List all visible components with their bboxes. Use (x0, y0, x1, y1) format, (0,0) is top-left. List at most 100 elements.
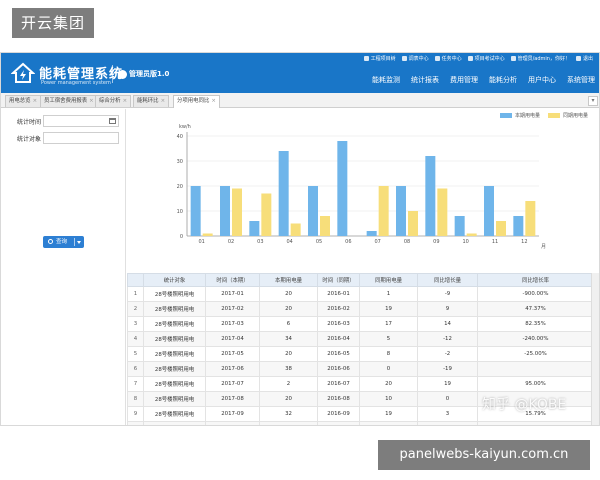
table-cell: 20 (259, 346, 318, 362)
top-link-meter-center[interactable]: 调表中心 (401, 55, 429, 62)
bar-current (278, 151, 289, 236)
tab-itemized-yoy[interactable]: 分项用电同比 × (173, 95, 220, 108)
tab-dorm-cost-report[interactable]: 员工宿舍费用报表 × (40, 95, 98, 107)
table-cell: 34 (259, 331, 318, 347)
table-cell: 2017-05 (205, 346, 260, 362)
x-tick-label: 02 (228, 239, 234, 245)
y-tick-label: 30 (177, 159, 183, 165)
table-header-row: 统计对象 时间（本期） 本期用电量 时间（同期） 同期用电量 同比增长量 同比增长率 (127, 273, 593, 287)
table-cell: 20 (259, 391, 318, 407)
x-tick-label: 08 (404, 239, 410, 245)
table-row[interactable]: 5 28号楼照明用电 2017-05 20 2016-05 8 -2 -25.00% (127, 346, 593, 362)
tab-energy-mom[interactable]: 能耗环比 × (133, 95, 170, 107)
calendar-icon[interactable] (109, 118, 116, 124)
table-cell: 2016-05 (317, 346, 360, 362)
table-cell: 2016-03 (317, 316, 360, 332)
table-cell: 28号楼照明用电 (143, 376, 206, 392)
bar-previous (202, 233, 213, 236)
nav-energy-monitor[interactable]: 能耗监测 (372, 75, 400, 85)
table-cell: 19 (359, 406, 418, 422)
nav-cost-management[interactable]: 费用管理 (450, 75, 478, 85)
table-cell: 2016-06 (317, 361, 360, 377)
tab-comprehensive-analysis[interactable]: 综合分析 × (95, 95, 132, 107)
top-link-task-center[interactable]: 任务中心 (434, 55, 462, 62)
button-separator (74, 238, 75, 246)
top-link-project-tree[interactable]: 工程项目树 (363, 55, 396, 62)
bar-previous (496, 221, 506, 236)
table-cell: 10 (359, 391, 418, 407)
x-tick-label: 01 (198, 239, 204, 245)
column-header[interactable]: 同比增长率 (477, 273, 593, 287)
column-header[interactable]: 本期用电量 (259, 273, 318, 287)
table-cell: 19 (417, 376, 478, 392)
bar-current (454, 216, 465, 236)
table-cell: 2017-03 (205, 316, 260, 332)
stat-object-input[interactable] (43, 132, 119, 144)
nav-statistics-report[interactable]: 统计报表 (411, 75, 439, 85)
row-number-cell: 4 (127, 331, 144, 347)
x-axis-label: 月 (541, 244, 546, 250)
bar-previous (320, 216, 330, 236)
table-cell: 2017-08 (205, 391, 260, 407)
table-row[interactable]: 3 28号楼照明用电 2017-03 6 2016-03 17 14 82.35% (127, 316, 593, 332)
column-header[interactable]: 时间（同期） (317, 273, 360, 287)
column-header[interactable]: 时间（本期） (205, 273, 260, 287)
table-cell: 2017-04 (205, 331, 260, 347)
table-cell: 20 (359, 376, 418, 392)
column-header[interactable] (127, 273, 144, 287)
table-row[interactable]: 1 28号楼照明用电 2017-01 20 2016-01 1 -9 -900.00% (127, 286, 593, 302)
query-button[interactable]: 查询 (43, 236, 84, 248)
row-number-cell: 8 (127, 391, 144, 407)
row-number-cell: 9 (127, 406, 144, 422)
top-link-logout[interactable]: 退出 (575, 55, 593, 62)
x-tick-label: 07 (374, 239, 380, 245)
grid-scrollbar[interactable] (591, 273, 599, 425)
x-tick-label: 04 (286, 239, 292, 245)
bar-previous (232, 188, 242, 236)
site-url-badge: panelwebs-kaiyun.com.cn (378, 440, 590, 470)
table-cell: 2016-04 (317, 331, 360, 347)
table-cell (143, 421, 206, 425)
stat-object-label: 统计对象 (17, 136, 42, 143)
exam-icon (467, 56, 473, 61)
stat-time-input[interactable] (43, 115, 119, 127)
bar-current (190, 186, 201, 236)
nav-energy-analysis[interactable]: 能耗分析 (489, 75, 517, 85)
table-row[interactable]: 6 28号楼照明用电 2017-06 38 2016-06 0 -19 (127, 361, 593, 377)
nav-user-center[interactable]: 用户中心 (528, 75, 556, 85)
bar-previous (290, 223, 301, 236)
house-lightning-logo-icon (11, 62, 35, 83)
table-cell: 95.00% (477, 376, 593, 392)
top-links: 工程项目树 调表中心 任务中心 项目考试中心 管理员/admin，你好！ 退出 (363, 55, 593, 62)
table-row[interactable] (127, 421, 593, 425)
column-header[interactable]: 统计对象 (143, 273, 206, 287)
close-icon[interactable]: × (33, 98, 38, 104)
tab-power-overview[interactable]: 用电总览 × (5, 95, 42, 107)
chart-panel: 本期用电量 同期用电量 0 10 20 30 40 kw/h 月 01 02 03 04 05 06 07… (127, 109, 599, 269)
app-window: 能耗管理系统 Power management system 管理员版1.0 工… (0, 52, 600, 426)
close-icon[interactable]: × (211, 98, 216, 104)
x-tick-label: 10 (462, 239, 468, 245)
table-cell: -12 (417, 331, 478, 347)
bar-current (337, 141, 348, 236)
nav-system-management[interactable]: 系统管理 (567, 75, 595, 85)
top-link-exam-center[interactable]: 项目考试中心 (467, 55, 505, 62)
table-cell (477, 421, 593, 425)
close-icon[interactable]: × (89, 98, 94, 104)
chevron-down-icon[interactable] (77, 241, 81, 244)
column-header[interactable]: 同比增长量 (417, 273, 478, 287)
row-number-cell: 5 (127, 346, 144, 362)
table-row[interactable]: 7 28号楼照明用电 2017-07 2 2016-07 20 19 95.00% (127, 376, 593, 392)
table-cell: 2017-01 (205, 286, 260, 302)
table-row[interactable]: 4 28号楼照明用电 2017-04 34 2016-04 5 -12 -240.00% (127, 331, 593, 347)
close-icon[interactable]: × (123, 98, 128, 104)
column-header[interactable]: 同期用电量 (359, 273, 418, 287)
table-row[interactable]: 2 28号楼照明用电 2017-02 20 2016-02 19 9 47.37% (127, 301, 593, 317)
top-link-user[interactable]: 管理员/admin，你好！ (510, 55, 570, 62)
close-icon[interactable]: × (161, 98, 166, 104)
version-label: 管理员版1.0 (118, 69, 169, 79)
tab-bar: 用电总览 × 员工宿舍费用报表 × 综合分析 × 能耗环比 × 分项用电同比 × ▾ (1, 93, 599, 108)
x-tick-label: 12 (521, 239, 527, 245)
tab-scroll-down-icon[interactable]: ▾ (588, 96, 598, 106)
bar-previous (408, 211, 418, 236)
